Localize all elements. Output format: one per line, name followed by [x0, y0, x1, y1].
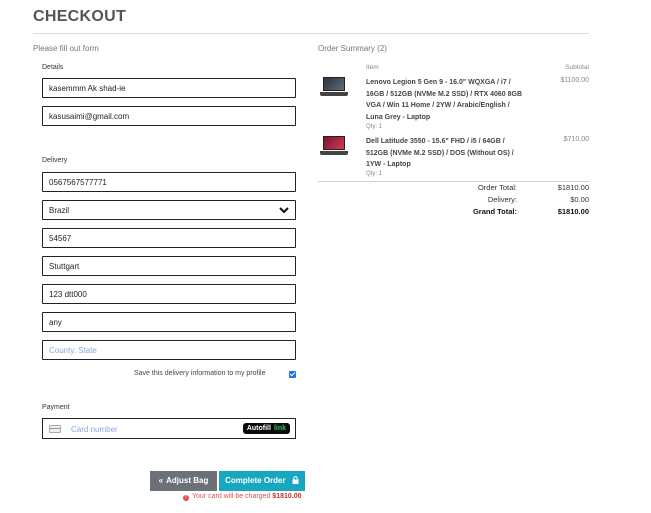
lenovo-laptop-thumbnail[interactable] [320, 76, 348, 98]
payment-label: Payment [42, 404, 70, 411]
chevron-down-icon [278, 204, 290, 216]
grand-total-value: $1810.00 [557, 207, 589, 216]
order-item-qty: Qty: 1 [366, 171, 383, 177]
page-title: CHECKOUT [33, 8, 127, 25]
delivery-cost-label: Delivery: [487, 195, 517, 204]
postcode-field[interactable]: 54567 [42, 228, 296, 248]
summary-divider [318, 181, 589, 182]
address2-field[interactable]: any [42, 312, 296, 332]
double-chevron-left-icon: « [158, 476, 164, 485]
card-number-field[interactable]: Card number Autofill link [42, 418, 296, 439]
complete-order-button[interactable]: Complete Order [219, 471, 305, 491]
order-total-value: $1810.00 [557, 183, 589, 192]
country-value: Brazil [49, 206, 70, 215]
name-field[interactable]: kasemmm Ak shad-ie [42, 78, 296, 98]
lock-icon [292, 472, 299, 492]
save-profile-label: Save this delivery information to my pro… [134, 370, 266, 377]
address-field[interactable]: 123 dtt000 [42, 284, 296, 304]
autofill-link-text: link [273, 425, 286, 432]
credit-card-icon [49, 425, 61, 433]
title-divider [33, 33, 589, 34]
city-value: Stuttgart [49, 262, 80, 271]
name-value: kasemmm Ak shad-ie [49, 84, 126, 93]
order-item-price: $1100.00 [560, 77, 589, 84]
adjust-bag-button[interactable]: «Adjust Bag [150, 471, 217, 491]
city-field[interactable]: Stuttgart [42, 256, 296, 276]
charge-note-text: Your card will be charged [192, 493, 271, 500]
country-select[interactable]: Brazil [42, 200, 296, 220]
autofill-link-button[interactable]: Autofill link [242, 423, 290, 434]
charge-notice: ! Your card will be charged $1810.00 [183, 493, 302, 501]
charge-amount: $1810.00 [272, 493, 302, 500]
grand-total-label: Grand Total: [472, 207, 517, 216]
region-field[interactable]: County, State [42, 340, 296, 360]
email-value: kasusaimi@gmail.com [49, 112, 130, 121]
address-value: 123 dtt000 [49, 290, 87, 299]
order-item-price: $710.00 [563, 136, 589, 143]
alert-icon: ! [183, 494, 189, 501]
region-placeholder: County, State [49, 346, 97, 355]
order-summary-heading: Order Summary (2) [318, 44, 387, 53]
delivery-cost-value: $0.00 [570, 195, 589, 204]
postcode-value: 54567 [49, 234, 72, 243]
order-item-qty: Qty: 1 [366, 124, 383, 130]
card-placeholder: Card number [71, 425, 118, 434]
save-profile-checkbox[interactable] [289, 371, 296, 378]
dell-laptop-thumbnail[interactable] [320, 135, 348, 157]
column-header-item: Item [366, 64, 379, 71]
adjust-bag-label: Adjust Bag [166, 476, 209, 485]
column-header-subtotal: Subtotal [565, 64, 589, 71]
order-item-name[interactable]: Dell Latitude 3550 - 15.6" FHD / i5 / 64… [366, 136, 522, 171]
autofill-label: Autofill [246, 425, 271, 432]
email-field[interactable]: kasusaimi@gmail.com [42, 106, 296, 126]
delivery-label: Delivery [42, 157, 68, 164]
phone-value: 0567567577771 [49, 178, 107, 187]
order-total-label: Order Total: [477, 183, 517, 192]
complete-order-label: Complete Order [225, 476, 286, 485]
order-item-name[interactable]: Lenovo Legion 5 Gen 9 - 16.0" WQXGA / i7… [366, 77, 522, 124]
address2-value: any [49, 318, 62, 327]
details-label: Details [42, 64, 64, 71]
phone-field[interactable]: 0567567577771 [42, 172, 296, 192]
form-heading: Please fill out form [33, 44, 99, 53]
